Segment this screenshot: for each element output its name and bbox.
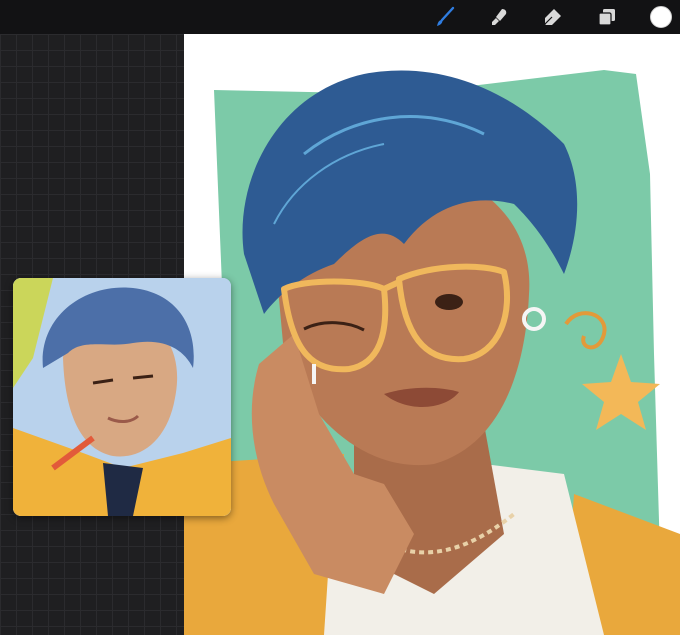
layers-icon [598, 9, 615, 26]
eraser-tool-button[interactable] [540, 4, 566, 30]
portrait-artwork [184, 70, 680, 635]
brush-icon [437, 6, 455, 26]
reference-photo [13, 278, 231, 516]
layers-button[interactable] [594, 4, 620, 30]
smudge-tool-button[interactable] [487, 4, 513, 30]
reference-image-panel[interactable] [13, 278, 231, 516]
brush-tool-button[interactable] [432, 4, 458, 30]
eraser-icon [544, 9, 561, 25]
color-swatch-button[interactable] [650, 6, 672, 28]
smudge-icon [492, 9, 507, 25]
drawing-canvas[interactable] [184, 34, 680, 635]
top-toolbar [0, 0, 680, 34]
